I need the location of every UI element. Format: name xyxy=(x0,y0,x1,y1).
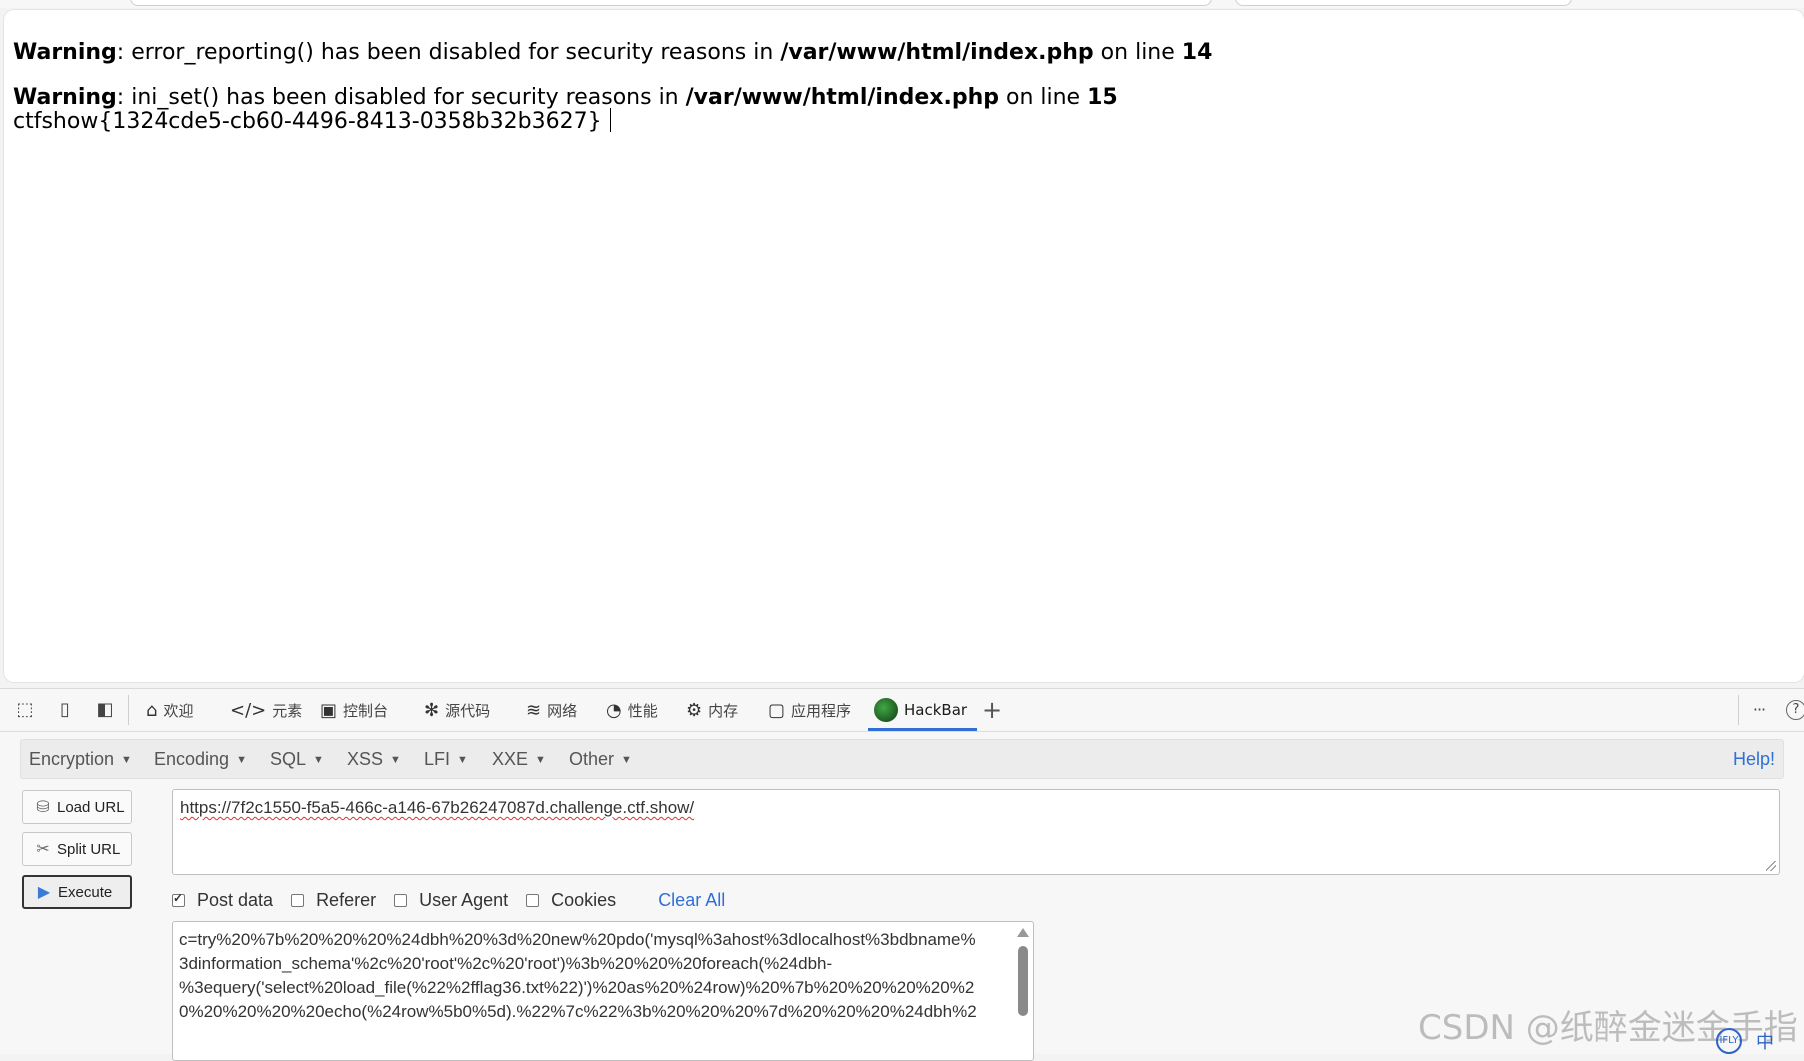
warning-label: Warning xyxy=(13,85,117,110)
php-warning-1: Warning: error_reporting() has been disa… xyxy=(13,40,1212,66)
caret-down-icon: ▼ xyxy=(457,754,468,766)
search-bar[interactable] xyxy=(1235,0,1572,6)
post-line: 0%20%20%20%20echo(%24row%5b0%5d).%22%7c%… xyxy=(179,1002,977,1021)
inspect-icon[interactable]: ⬚ xyxy=(14,699,36,721)
caret-down-icon: ▼ xyxy=(621,754,632,766)
post-data-option[interactable]: Post data xyxy=(172,890,273,911)
menu-encoding[interactable]: Encoding ▼ xyxy=(154,740,247,778)
user-agent-option[interactable]: User Agent xyxy=(394,890,508,911)
flag-output: ctfshow{1324cde5-cb60-4496-8413-0358b32b… xyxy=(13,108,611,135)
browser-top-edge xyxy=(0,0,1804,8)
text-caret xyxy=(609,108,611,132)
toolbar-divider xyxy=(1738,695,1739,725)
console-icon: ▣ xyxy=(320,699,338,721)
hackbar-menu: Encryption ▼ Encoding ▼ SQL ▼ XSS ▼ LFI ▼ XXE… xyxy=(20,739,1784,779)
scroll-up-arrow-icon[interactable] xyxy=(1017,928,1029,937)
play-icon: ▶ xyxy=(37,884,51,901)
page-viewport: Warning: error_reporting() has been disa… xyxy=(4,10,1804,682)
wifi-icon: ≋ xyxy=(526,699,542,721)
referer-checkbox[interactable] xyxy=(291,893,305,907)
caret-down-icon: ▼ xyxy=(535,754,546,766)
split-url-button[interactable]: ✂ Split URL xyxy=(22,832,132,866)
execute-button[interactable]: ▶ Execute xyxy=(22,875,132,909)
caret-down-icon: ▼ xyxy=(236,754,247,766)
cookies-checkbox[interactable] xyxy=(526,893,540,907)
resize-handle-icon[interactable] xyxy=(1766,861,1776,871)
scroll-thumb[interactable] xyxy=(1018,946,1028,1016)
menu-xxe[interactable]: XXE ▼ xyxy=(492,740,546,778)
hackbar-logo-icon xyxy=(874,698,898,722)
tab-application[interactable]: ▢ 应用程序 xyxy=(768,689,851,731)
post-line: 3dinformation_schema'%2c%20'root'%2c%20'… xyxy=(179,954,833,973)
caret-down-icon: ▼ xyxy=(390,754,401,766)
tab-hackbar[interactable]: HackBar xyxy=(868,689,978,731)
request-options: Post data Referer User Agent Cookies Cle… xyxy=(172,885,725,915)
cookies-option[interactable]: Cookies xyxy=(526,890,616,911)
address-bar[interactable] xyxy=(130,0,1212,6)
url-text: https://7f2c1550-f5a5-466c-a146-67b26247… xyxy=(180,798,695,817)
tab-elements[interactable]: </> 元素 xyxy=(230,689,302,731)
help-link[interactable]: Help! xyxy=(1733,740,1775,778)
devtools-toolbar: ⬚ ▯ ◧ ⌂ 欢迎 </> 元素 ▣ 控制台 ✻ 源代码 ≋ 网络 ◔ 性能 ⚙ 内存 ▢ 应… xyxy=(0,689,1804,732)
warning-line-number: 15 xyxy=(1087,85,1118,110)
tab-welcome[interactable]: ⌂ 欢迎 xyxy=(146,689,193,731)
post-line: c=try%20%7b%20%20%20%24dbh%20%3d%20new%2… xyxy=(179,930,976,949)
menu-other[interactable]: Other ▼ xyxy=(569,740,632,778)
caret-down-icon: ▼ xyxy=(313,754,324,766)
toolbar-divider xyxy=(128,695,129,725)
load-url-button[interactable]: ⛁ Load URL xyxy=(22,790,132,824)
post-data-textarea[interactable]: c=try%20%7b%20%20%20%24dbh%20%3d%20new%2… xyxy=(172,921,1034,1061)
caret-down-icon: ▼ xyxy=(121,754,132,766)
post-scrollbar[interactable] xyxy=(1017,928,1029,1056)
code-icon: </> xyxy=(230,699,267,721)
tab-memory[interactable]: ⚙ 内存 xyxy=(686,689,738,731)
menu-xss[interactable]: XSS ▼ xyxy=(347,740,401,778)
menu-lfi[interactable]: LFI ▼ xyxy=(424,740,468,778)
warning-on-line: on line xyxy=(1093,40,1182,65)
flag-text: ctfshow{1324cde5-cb60-4496-8413-0358b32b… xyxy=(13,109,602,134)
ime-indicator[interactable]: 中 xyxy=(1756,1028,1774,1054)
more-options-icon[interactable]: ··· xyxy=(1748,699,1770,721)
tab-performance[interactable]: ◔ 性能 xyxy=(606,689,658,731)
load-url-icon: ⛁ xyxy=(36,799,50,816)
clear-all-link[interactable]: Clear All xyxy=(658,890,725,911)
app-icon: ▢ xyxy=(768,699,786,721)
ifly-icon[interactable]: IFLY xyxy=(1716,1028,1742,1054)
menu-encryption[interactable]: Encryption ▼ xyxy=(29,740,132,778)
warning-line-number: 14 xyxy=(1181,40,1213,65)
scissors-icon: ✂ xyxy=(36,841,50,858)
tab-sources[interactable]: ✻ 源代码 xyxy=(424,689,490,731)
chip-icon: ⚙ xyxy=(686,699,703,721)
warning-on-line: on line xyxy=(999,85,1088,110)
referer-option[interactable]: Referer xyxy=(291,890,376,911)
post-line: %3equery('select%20load_file(%22%2fflag3… xyxy=(179,978,975,997)
warning-text: : ini_set() has been disabled for securi… xyxy=(116,85,686,110)
user-agent-checkbox[interactable] xyxy=(394,893,408,907)
url-textarea[interactable]: https://7f2c1550-f5a5-466c-a146-67b26247… xyxy=(172,789,1780,875)
add-tab-button[interactable]: + xyxy=(982,689,1002,731)
gauge-icon: ◔ xyxy=(606,699,622,721)
bug-icon: ✻ xyxy=(424,699,440,721)
help-icon[interactable]: ? xyxy=(1786,700,1804,720)
post-data-checkbox[interactable] xyxy=(172,891,185,907)
device-emulation-icon[interactable]: ▯ xyxy=(54,699,76,721)
menu-sql[interactable]: SQL ▼ xyxy=(270,740,324,778)
warning-text: : error_reporting() has been disabled fo… xyxy=(116,40,781,65)
tab-console[interactable]: ▣ 控制台 xyxy=(320,689,388,731)
warning-label: Warning xyxy=(13,40,117,65)
warning-file: /var/www/html/index.php xyxy=(685,85,999,110)
warning-file: /var/www/html/index.php xyxy=(780,40,1094,65)
tab-network[interactable]: ≋ 网络 xyxy=(526,689,577,731)
dock-side-icon[interactable]: ◧ xyxy=(94,699,116,721)
home-icon: ⌂ xyxy=(146,699,158,721)
